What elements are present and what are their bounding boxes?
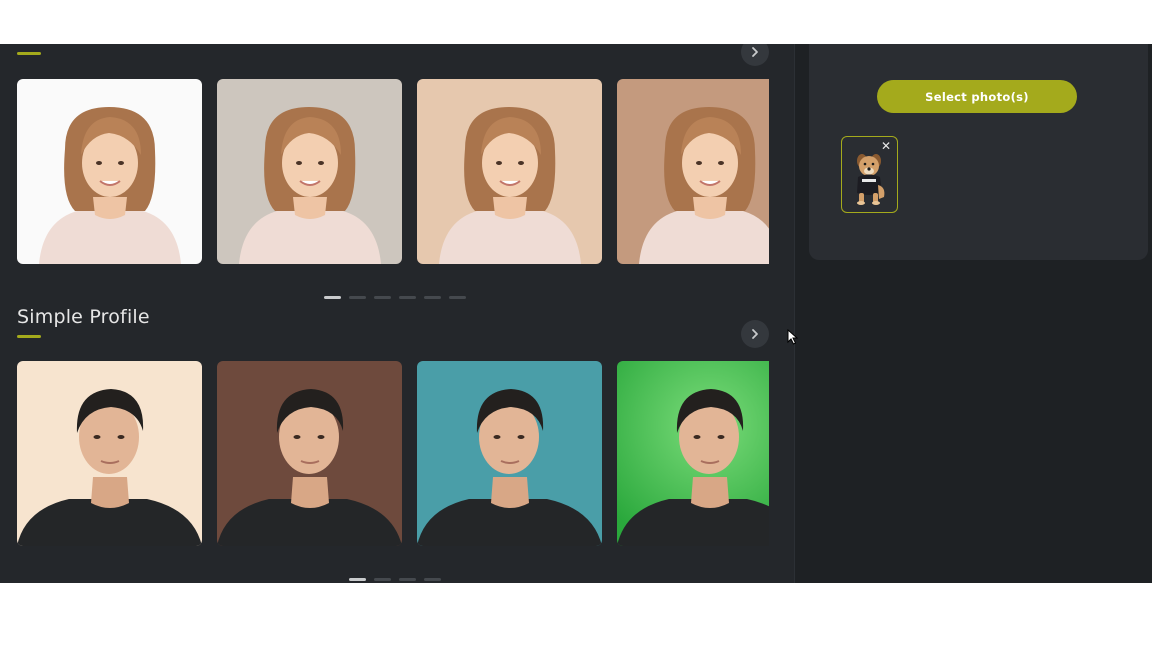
template-card[interactable] <box>217 79 402 264</box>
portrait-image <box>617 79 769 264</box>
next-button[interactable] <box>741 320 769 348</box>
portrait-image <box>17 79 202 264</box>
portrait-image <box>417 79 602 264</box>
portrait-image <box>417 361 602 546</box>
template-card[interactable] <box>617 79 769 264</box>
portrait-image <box>217 79 402 264</box>
template-row-2 <box>17 361 769 546</box>
select-photos-button[interactable]: Select photo(s) <box>877 80 1077 113</box>
pager-dot[interactable] <box>324 296 341 299</box>
next-button[interactable] <box>741 44 769 66</box>
portrait-image <box>17 361 202 546</box>
pager-dot[interactable] <box>349 296 366 299</box>
chevron-right-icon <box>752 47 758 57</box>
uploaded-photo-thumbnail[interactable]: ✕ <box>841 136 898 213</box>
template-gallery: Simple Profile <box>0 44 794 583</box>
template-card[interactable] <box>417 79 602 264</box>
portrait-image <box>617 361 769 546</box>
pager-dot[interactable] <box>424 296 441 299</box>
pager-dot[interactable] <box>374 296 391 299</box>
pager-dot[interactable] <box>399 578 416 581</box>
upload-panel: Select photo(s) ✕ <box>809 44 1148 260</box>
template-row-1 <box>17 79 769 264</box>
section-accent-underline <box>17 52 41 55</box>
pane-divider <box>794 44 795 583</box>
mouse-pointer-icon <box>787 329 798 345</box>
section-accent-underline <box>17 335 41 338</box>
portrait-image <box>217 361 402 546</box>
pager-dot[interactable] <box>399 296 416 299</box>
app-window: Simple Profile Select photo(s) ✕ <box>0 44 1152 583</box>
pager-dot[interactable] <box>424 578 441 581</box>
template-card[interactable] <box>217 361 402 546</box>
chevron-right-icon <box>752 329 758 339</box>
carousel-pager <box>324 296 466 299</box>
close-icon[interactable]: ✕ <box>880 140 892 152</box>
template-card[interactable] <box>17 79 202 264</box>
pager-dot[interactable] <box>349 578 366 581</box>
pager-dot[interactable] <box>449 296 466 299</box>
section-title: Simple Profile <box>17 306 150 328</box>
template-card[interactable] <box>617 361 769 546</box>
template-card[interactable] <box>417 361 602 546</box>
carousel-pager <box>349 578 441 581</box>
template-card[interactable] <box>17 361 202 546</box>
pager-dot[interactable] <box>374 578 391 581</box>
